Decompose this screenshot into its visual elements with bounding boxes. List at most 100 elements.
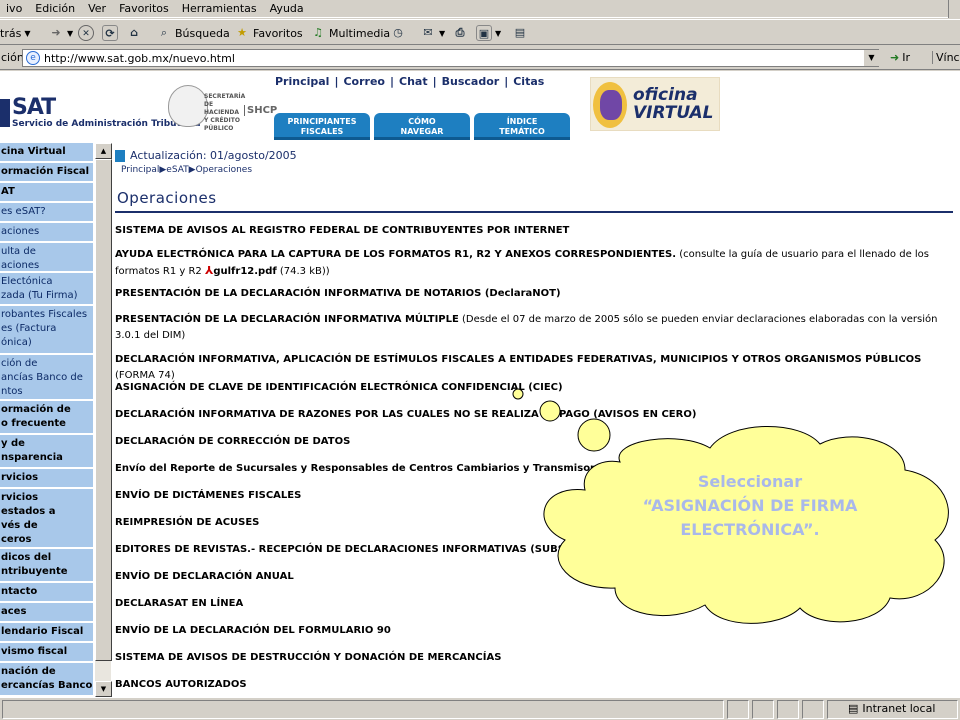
edit-dropdown-icon[interactable]: ▼ [495,29,501,38]
address-field[interactable]: e http://www.sat.gob.mx/nuevo.html ▼ [22,49,879,67]
operation-link[interactable]: SISTEMA DE AVISOS DE DESTRUCCIÓN Y DONAC… [115,652,501,663]
update-date: Actualización: 01/agosto/2005 [130,149,297,162]
menu-ayuda[interactable]: Ayuda [264,0,311,17]
history-icon: ◷ [393,26,403,39]
tab-indice-tematico[interactable]: ÍNDICE TEMÁTICO [474,113,570,140]
operation-link[interactable]: REIMPRESIÓN DE ACUSES [115,517,259,528]
refresh-button[interactable]: ⟳ [102,24,118,42]
oficina-virtual-logo[interactable]: oficina VIRTUAL [590,77,720,131]
operation-item: DECLARASAT EN LÍNEA [115,596,950,612]
forward-arrow-icon: ➜ [51,26,61,39]
bullet-square-icon [115,149,125,162]
operation-link[interactable]: ENVÍO DE DECLARACIÓN ANUAL [115,571,294,582]
operation-link[interactable]: AYUDA ELECTRÓNICA PARA LA CAPTURA DE LOS… [115,249,676,260]
sidebar-item[interactable]: aces [0,603,93,623]
tab-como-navegar[interactable]: CÓMO NAVEGAR [374,113,470,140]
operation-link[interactable]: BANCOS AUTORIZADOS [115,679,247,690]
sidebar-item[interactable]: ulta de aciones [0,243,93,273]
sidebar-item[interactable]: rvicios [0,469,93,489]
callout-line: ELECTRÓNICA”. [680,520,820,539]
history-button[interactable]: ◷ [390,24,406,42]
pdf-link[interactable]: gulfr12.pdf [213,266,276,277]
operation-link[interactable]: Envío del Reporte de Sucursales y Respon… [115,463,666,474]
forward-dropdown-icon[interactable]: ▼ [67,29,73,38]
back-dropdown-icon[interactable]: ▼ [24,29,30,38]
go-button[interactable]: ➜ Ir [890,51,910,64]
sidebar-item[interactable]: ormación Fiscal [0,163,93,183]
address-url[interactable]: http://www.sat.gob.mx/nuevo.html [44,52,235,65]
edit-icon: ▣ [476,25,492,41]
go-arrow-icon: ➜ [890,51,900,64]
operation-link[interactable]: DECLARASAT EN LÍNEA [115,598,243,609]
operation-link[interactable]: DECLARACIÓN INFORMATIVA, APLICACIÓN DE E… [115,354,921,365]
operation-link[interactable]: PRESENTACIÓN DE LA DECLARACIÓN INFORMATI… [115,314,459,325]
mail-button[interactable]: ✉ ▼ [420,24,445,42]
title-divider [115,211,953,213]
sidebar-item[interactable]: cina Virtual [0,143,93,163]
operation-link[interactable]: ENVÍO DE LA DECLARACIÓN DEL FORMULARIO 9… [115,625,391,636]
menu-ver[interactable]: Ver [82,0,113,17]
operation-link[interactable]: EDITORES DE REVISTAS.- RECEPCIÓN DE DECL… [115,544,594,555]
scroll-thumb[interactable] [95,159,112,661]
sidebar-item[interactable]: rvicios estados a vés de ceros [0,489,93,549]
home-button[interactable]: ⌂ [126,24,142,42]
scroll-up-arrow-icon[interactable]: ▲ [95,143,112,159]
sidebar: cina Virtual ormación Fiscal AT es eSAT? aci… [0,143,93,697]
sidebar-item[interactable]: ormación de o frecuente [0,401,93,435]
menu-herramientas[interactable]: Herramientas [176,0,264,17]
crumb-esat[interactable]: eSAT [166,165,188,175]
menu-archivo[interactable]: ivo [0,0,29,17]
nav-citas[interactable]: Citas [508,75,549,88]
nav-buscador[interactable]: Buscador [437,75,505,88]
nav-correo[interactable]: Correo [338,75,390,88]
menu-edicion[interactable]: Edición [29,0,82,17]
favorites-star-icon: ★ [237,26,247,39]
operation-link[interactable]: PRESENTACIÓN DE LA DECLARACIÓN INFORMATI… [115,288,561,299]
operation-link[interactable]: DECLARACIÓN INFORMATIVA DE RAZONES POR L… [115,409,696,420]
back-label: trás [0,26,22,40]
forward-button[interactable]: ➜ ▼ [48,24,73,42]
sidebar-item[interactable]: dicos del ntribuyente [0,549,93,583]
back-button[interactable]: trás ▼ [0,24,30,42]
left-scrollbar[interactable]: ▲ ▼ [94,143,112,697]
discuss-button[interactable]: ▤ [512,24,528,42]
address-dropdown-icon[interactable]: ▼ [863,50,879,66]
hacienda-label: SECRETARÍA DE HACIENDA Y CRÉDITO PÚBLICO [204,93,246,132]
sidebar-item[interactable]: nación de ercancías Banco [0,663,93,697]
sidebar-item[interactable]: ntacto [0,583,93,603]
sidebar-item[interactable]: es eSAT? [0,203,93,223]
operation-link[interactable]: ENVÍO DE DICTÁMENES FISCALES [115,490,301,501]
operation-link[interactable]: ASIGNACIÓN DE CLAVE DE IDENTIFICACIÓN EL… [115,382,563,393]
tab-line: CÓMO [408,117,436,126]
favorites-button[interactable]: ★ Favoritos [234,24,303,42]
search-button[interactable]: ⌕ Búsqueda [156,24,230,42]
scroll-down-arrow-icon[interactable]: ▼ [95,681,112,697]
sidebar-item[interactable]: ción de ancías Banco de ntos [0,355,93,401]
operation-item: DECLARACIÓN DE CORRECCIÓN DE DATOS [115,434,950,450]
operation-item: BANCOS AUTORIZADOS [115,677,950,693]
crumb-principal[interactable]: Principal [121,165,159,175]
nav-chat[interactable]: Chat [394,75,433,88]
links-label[interactable]: Víncu [932,51,960,64]
browser-window: ivo Edición Ver Favoritos Herramientas A… [0,0,960,720]
multimedia-label: Multimedia [329,26,391,40]
mail-dropdown-icon[interactable]: ▼ [439,29,445,38]
print-button[interactable]: ⎙ [452,24,468,42]
sidebar-item[interactable]: lendario Fiscal [0,623,93,643]
sidebar-item[interactable]: vismo fiscal [0,643,93,663]
operation-link[interactable]: SISTEMA DE AVISOS AL REGISTRO FEDERAL DE… [115,225,569,236]
sidebar-item[interactable]: Electónica zada (Tu Firma) [0,273,93,306]
sidebar-item[interactable]: AT [0,183,93,203]
operation-link[interactable]: DECLARACIÓN DE CORRECCIÓN DE DATOS [115,436,350,447]
sidebar-item[interactable]: robantes Fiscales es (Factura ónica) [0,306,93,355]
sidebar-item[interactable]: y de nsparencia [0,435,93,469]
edit-button[interactable]: ▣ ▼ [476,24,501,42]
multimedia-button[interactable]: ♫ Multimedia [310,24,390,42]
stop-button[interactable]: ✕ [78,24,94,42]
nav-principal[interactable]: Principal [270,75,334,88]
window-corner [948,0,960,18]
mail-icon: ✉ [423,26,433,39]
sidebar-item[interactable]: aciones [0,223,93,243]
tab-principiantes-fiscales[interactable]: PRINCIPIANTES FISCALES [274,113,370,140]
menu-favoritos[interactable]: Favoritos [113,0,176,17]
